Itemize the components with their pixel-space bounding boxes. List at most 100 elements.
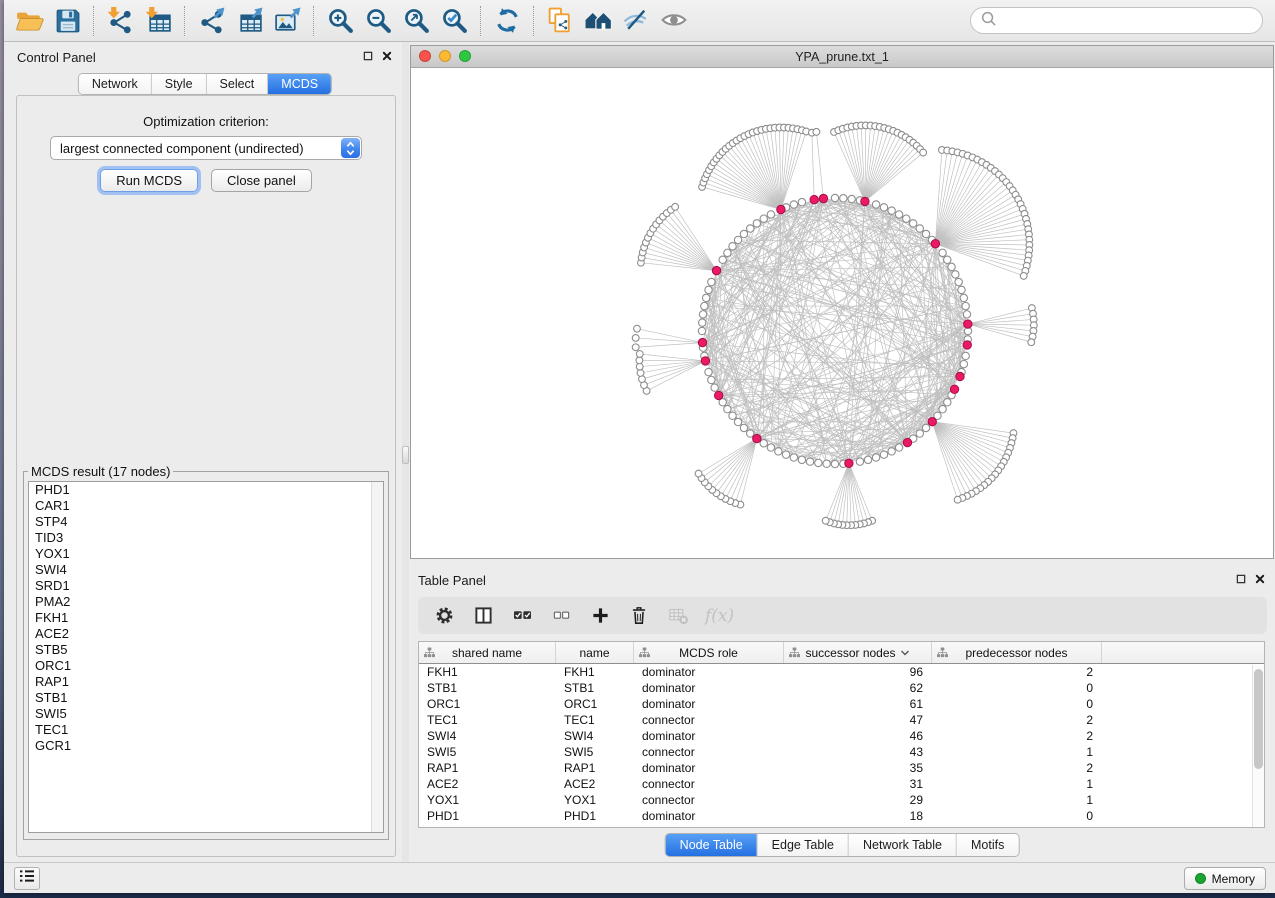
search-input[interactable]	[1002, 11, 1262, 31]
network-node[interactable]	[962, 352, 969, 359]
cell-MCDS-role[interactable]: connector	[634, 793, 784, 807]
network-node[interactable]	[944, 399, 951, 406]
cell-predecessor-nodes[interactable]: 0	[932, 809, 1102, 823]
mcds-result-item[interactable]: CAR1	[29, 498, 383, 514]
cell-MCDS-role[interactable]: dominator	[634, 761, 784, 775]
cell-successor-nodes[interactable]: 18	[784, 809, 932, 823]
zoom-selected-button[interactable]	[435, 4, 473, 38]
import-network-button[interactable]	[101, 4, 139, 38]
network-node[interactable]	[831, 460, 838, 467]
mcds-node[interactable]	[753, 434, 761, 442]
apply-layout-button[interactable]	[488, 4, 526, 38]
cell-name[interactable]: ORC1	[556, 697, 634, 711]
tab-network[interactable]: Network	[79, 74, 151, 94]
network-node[interactable]	[960, 360, 967, 367]
network-node[interactable]	[702, 294, 709, 301]
vertical-splitter[interactable]	[402, 42, 409, 862]
cell-predecessor-nodes[interactable]: 2	[932, 665, 1102, 679]
close-panel-button[interactable]: Close panel	[211, 169, 312, 192]
network-node[interactable]	[672, 203, 679, 210]
cell-MCDS-role[interactable]: dominator	[634, 697, 784, 711]
split-view-button[interactable]	[471, 604, 495, 628]
cell-shared-name[interactable]: YOX1	[419, 793, 556, 807]
table-row[interactable]: SWI4SWI4dominator462	[419, 728, 1264, 744]
network-node[interactable]	[634, 325, 641, 332]
cell-name[interactable]: TEC1	[556, 713, 634, 727]
mcds-node[interactable]	[928, 418, 936, 426]
network-node[interactable]	[747, 225, 754, 232]
network-node[interactable]	[888, 448, 895, 455]
cell-name[interactable]: FKH1	[556, 665, 634, 679]
network-node[interactable]	[790, 454, 797, 461]
network-node[interactable]	[747, 430, 754, 437]
network-node[interactable]	[775, 448, 782, 455]
network-canvas[interactable]	[411, 68, 1273, 558]
criterion-dropdown[interactable]: largest connected component (undirected)	[50, 136, 362, 160]
cell-predecessor-nodes[interactable]: 2	[932, 713, 1102, 727]
cell-shared-name[interactable]: PHD1	[419, 809, 556, 823]
close-icon[interactable]	[382, 51, 392, 61]
network-node[interactable]	[708, 278, 715, 285]
cell-MCDS-role[interactable]: dominator	[634, 809, 784, 823]
network-node[interactable]	[724, 249, 731, 256]
network-node[interactable]	[782, 451, 789, 458]
cell-shared-name[interactable]: RAP1	[419, 761, 556, 775]
mcds-node[interactable]	[950, 385, 958, 393]
mcds-node[interactable]	[819, 194, 827, 202]
zoom-out-button[interactable]	[359, 4, 397, 38]
cell-MCDS-role[interactable]: connector	[634, 713, 784, 727]
table-tab-motifs[interactable]: Motifs	[956, 834, 1018, 856]
open-file-button[interactable]	[10, 4, 48, 38]
close-icon[interactable]	[1255, 574, 1265, 584]
column-header-predecessor-nodes[interactable]: predecessor nodes	[932, 642, 1102, 663]
table-tab-node-table[interactable]: Node Table	[666, 834, 757, 856]
cell-successor-nodes[interactable]: 96	[784, 665, 932, 679]
network-node[interactable]	[831, 194, 838, 201]
gear-button[interactable]	[432, 604, 456, 628]
cell-predecessor-nodes[interactable]: 1	[932, 793, 1102, 807]
network-node[interactable]	[909, 220, 916, 227]
first-neighbors-button[interactable]	[579, 4, 617, 38]
mcds-result-item[interactable]: YOX1	[29, 546, 383, 562]
table-scrollbar[interactable]	[1252, 665, 1264, 827]
mcds-result-item[interactable]: STP4	[29, 514, 383, 530]
network-node[interactable]	[955, 278, 962, 285]
hide-selected-button[interactable]	[617, 4, 655, 38]
mcds-node[interactable]	[698, 338, 706, 346]
table-row[interactable]: PHD1PHD1dominator180	[419, 808, 1264, 824]
network-node[interactable]	[944, 256, 951, 263]
network-node[interactable]	[856, 458, 863, 465]
table-row[interactable]: ACE2ACE2connector311	[419, 776, 1264, 792]
cell-name[interactable]: RAP1	[556, 761, 634, 775]
network-node[interactable]	[916, 430, 923, 437]
network-node[interactable]	[701, 302, 708, 309]
table-row[interactable]: ORC1ORC1dominator610	[419, 696, 1264, 712]
network-node[interactable]	[636, 357, 643, 364]
network-node[interactable]	[872, 201, 879, 208]
table-row[interactable]: STB1STB1dominator620	[419, 680, 1264, 696]
column-header-MCDS-role[interactable]: MCDS role	[634, 642, 784, 663]
network-node[interactable]	[790, 201, 797, 208]
delete-row-button[interactable]	[627, 604, 651, 628]
mcds-result-item[interactable]: SWI5	[29, 706, 383, 722]
network-node[interactable]	[848, 195, 855, 202]
cell-name[interactable]: ACE2	[556, 777, 634, 791]
cell-MCDS-role[interactable]: dominator	[634, 665, 784, 679]
network-node[interactable]	[922, 424, 929, 431]
network-node[interactable]	[760, 440, 767, 447]
cell-name[interactable]: SWI5	[556, 745, 634, 759]
column-header-successor-nodes[interactable]: successor nodes	[784, 642, 932, 663]
network-node[interactable]	[920, 149, 927, 156]
mcds-node[interactable]	[777, 205, 785, 213]
table-row[interactable]: RAP1RAP1dominator352	[419, 760, 1264, 776]
mcds-result-item[interactable]: FKH1	[29, 610, 383, 626]
cell-predecessor-nodes[interactable]: 0	[932, 681, 1102, 695]
export-image-button[interactable]	[268, 4, 306, 38]
network-node[interactable]	[734, 418, 741, 425]
mcds-node[interactable]	[845, 459, 853, 467]
export-table-button[interactable]	[230, 4, 268, 38]
cell-shared-name[interactable]: SWI4	[419, 729, 556, 743]
float-icon[interactable]	[1236, 574, 1246, 584]
network-node[interactable]	[1028, 339, 1035, 346]
cell-predecessor-nodes[interactable]: 1	[932, 777, 1102, 791]
